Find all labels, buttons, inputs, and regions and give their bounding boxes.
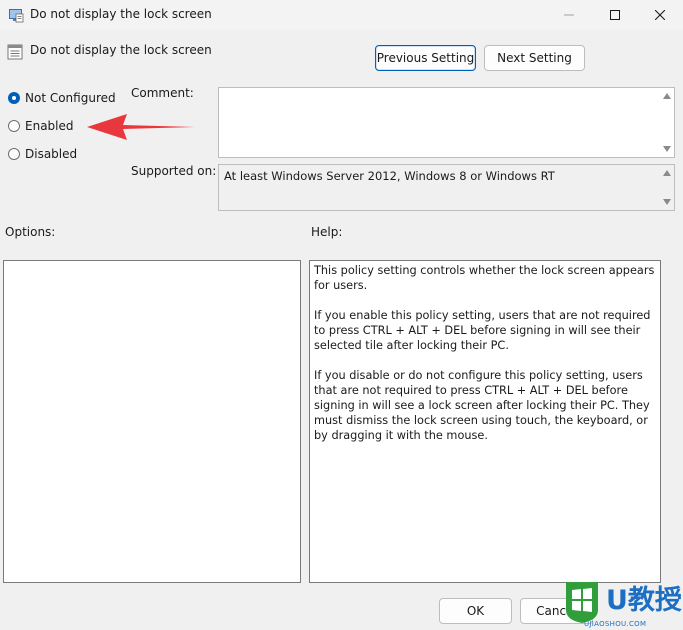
previous-setting-button[interactable]: Previous Setting (375, 45, 476, 71)
comment-value (219, 88, 674, 94)
ok-button[interactable]: OK (439, 598, 512, 624)
options-label: Options: (5, 225, 56, 239)
watermark-logo-icon (566, 582, 598, 623)
title-bar: Do not display the lock screen (0, 0, 683, 30)
annotation-arrow-icon (87, 114, 195, 140)
comment-label: Comment: (131, 86, 194, 100)
window-title: Do not display the lock screen (30, 7, 212, 21)
radio-indicator (8, 120, 20, 132)
help-label: Help: (311, 225, 343, 239)
watermark-site: UJIAOSHOU.COM (584, 620, 647, 628)
radio-disabled[interactable]: Disabled (8, 147, 77, 161)
radio-label: Disabled (25, 147, 78, 161)
minimize-icon (564, 14, 574, 16)
policy-name: Do not display the lock screen (30, 43, 212, 57)
group-policy-icon (9, 9, 24, 23)
radio-label: Enabled (25, 119, 74, 133)
policy-setting-icon (7, 44, 23, 60)
radio-not-configured[interactable]: Not Configured (8, 91, 116, 105)
next-setting-button[interactable]: Next Setting (484, 45, 585, 71)
help-paragraph: This policy setting controls whether the… (314, 264, 655, 292)
supported-on-value: At least Windows Server 2012, Windows 8 … (224, 169, 555, 183)
maximize-icon (610, 10, 620, 20)
watermark-brand: U教授 (606, 585, 682, 616)
comment-textarea[interactable] (218, 87, 675, 158)
scroll-up-icon[interactable] (663, 170, 671, 176)
radio-label: Not Configured (25, 91, 116, 105)
supported-on-field: At least Windows Server 2012, Windows 8 … (218, 164, 675, 211)
options-panel (3, 260, 301, 583)
scroll-up-icon[interactable] (663, 93, 671, 99)
close-button[interactable] (637, 0, 683, 30)
radio-selected-indicator (8, 92, 20, 104)
comment-scrollbar[interactable] (660, 88, 674, 157)
minimize-button[interactable] (546, 0, 592, 30)
maximize-button[interactable] (592, 0, 638, 30)
help-paragraph: If you disable or do not configure this … (314, 369, 650, 442)
help-text: This policy setting controls whether the… (310, 261, 660, 460)
radio-enabled[interactable]: Enabled (8, 119, 74, 133)
close-icon (655, 10, 665, 20)
radio-indicator (8, 148, 20, 160)
help-panel[interactable]: This policy setting controls whether the… (309, 260, 661, 583)
help-paragraph: If you enable this policy setting, users… (314, 309, 651, 352)
scroll-down-icon[interactable] (663, 146, 671, 152)
supported-on-label: Supported on: (131, 164, 217, 178)
supported-scrollbar[interactable] (660, 165, 674, 210)
scroll-down-icon[interactable] (663, 199, 671, 205)
